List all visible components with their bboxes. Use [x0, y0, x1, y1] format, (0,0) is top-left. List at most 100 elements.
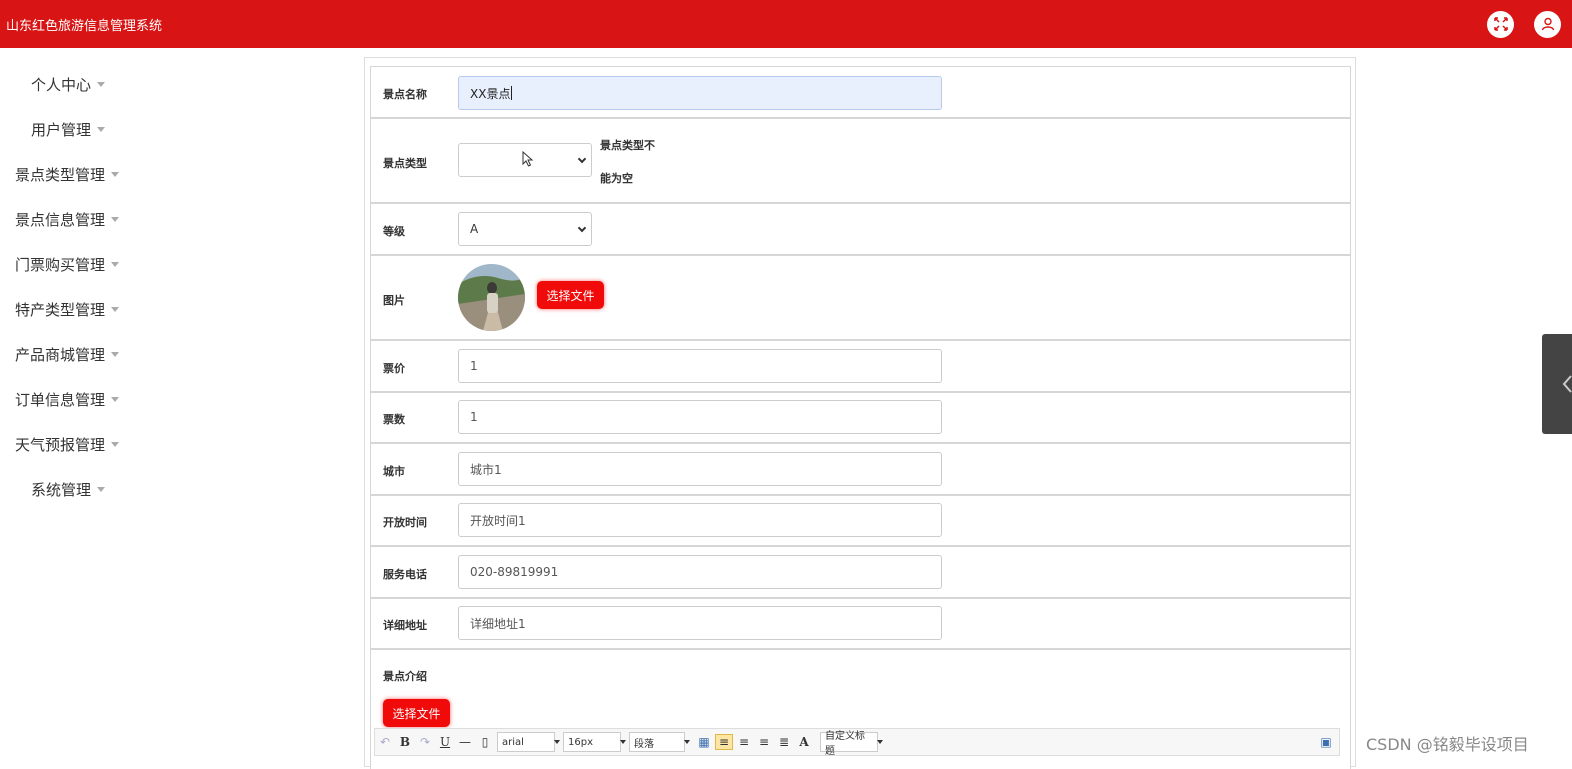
custom-heading-value: 自定义标题	[825, 731, 865, 757]
sidebar-item-weather[interactable]: 天气预报管理	[15, 434, 120, 455]
align-center-icon[interactable]: ≡	[755, 735, 773, 749]
intro-choose-file-button[interactable]: 选择文件	[383, 699, 450, 727]
top-actions	[1487, 10, 1561, 38]
field-label: 景点类型	[383, 157, 427, 170]
chevron-down-icon	[97, 82, 106, 87]
sidebar-item-label: 景点类型管理	[15, 166, 106, 184]
chevron-down-icon	[111, 172, 120, 177]
sidebar-item-label: 用户管理	[31, 121, 92, 139]
row-level: 等级 A	[370, 203, 1351, 255]
scenic-type-select[interactable]	[458, 143, 592, 177]
watermark: CSDN @铭毅毕设项目	[1366, 735, 1529, 754]
underline-icon[interactable]: U	[436, 735, 454, 749]
row-open-time: 开放时间 开放时间1	[370, 495, 1351, 546]
font-size-value: 16px	[568, 736, 593, 748]
type-error-line1: 景点类型不	[600, 139, 655, 152]
chevron-down-icon	[97, 127, 106, 132]
sidebar-item-personal-center[interactable]: 个人中心	[31, 74, 106, 95]
field-label: 票价	[383, 362, 405, 375]
sidebar: 个人中心 用户管理 景点类型管理 景点信息管理 门票购买管理 特产类型管理 产品…	[0, 48, 360, 762]
sidebar-item-label: 景点信息管理	[15, 211, 106, 229]
fullscreen-icon[interactable]	[1487, 10, 1514, 38]
editor-toolbar: ↶ B ↷ U — ▯ arial 16px 段落 ▦ ≡ ≡ ≡ ≣ A 自定…	[374, 728, 1340, 757]
chevron-down-icon	[877, 740, 883, 744]
font-family-dropdown[interactable]: arial	[497, 732, 560, 752]
font-family-value: arial	[502, 736, 524, 748]
city-input[interactable]: 城市1	[458, 452, 942, 486]
bold-icon[interactable]: B	[396, 735, 414, 749]
sidebar-item-tickets[interactable]: 门票购买管理	[15, 254, 120, 275]
scenic-name-input[interactable]: XX景点	[458, 76, 942, 110]
sidebar-item-scenic-info[interactable]: 景点信息管理	[15, 209, 120, 230]
top-bar: 山东红色旅游信息管理系统	[0, 0, 1572, 48]
field-label: 服务电话	[383, 568, 427, 581]
field-label: 城市	[383, 465, 405, 478]
sidebar-item-label: 订单信息管理	[15, 391, 106, 409]
side-drawer-tab[interactable]	[1542, 334, 1572, 434]
horizontal-rule-icon[interactable]: —	[456, 735, 474, 749]
paragraph-value: 段落	[634, 738, 654, 750]
source-icon[interactable]: ▣	[1317, 735, 1335, 749]
sidebar-item-label: 天气预报管理	[15, 436, 106, 454]
row-ticket-count: 票数 1	[370, 392, 1351, 443]
align-left-icon[interactable]: ≡	[715, 734, 733, 750]
chevron-down-icon	[111, 217, 120, 222]
ticket-count-input[interactable]: 1	[458, 400, 942, 434]
sidebar-item-specialty-types[interactable]: 特产类型管理	[15, 299, 120, 320]
row-scenic-name: 景点名称 XX景点	[370, 66, 1351, 118]
font-size-dropdown[interactable]: 16px	[563, 732, 626, 752]
row-address: 详细地址 详细地址1	[370, 598, 1351, 649]
field-label: 开放时间	[383, 516, 427, 529]
open-time-input[interactable]: 开放时间1	[458, 503, 942, 537]
sidebar-item-scenic-types[interactable]: 景点类型管理	[15, 164, 120, 185]
sidebar-item-label: 个人中心	[31, 76, 92, 94]
phone-input[interactable]: 020-89819991	[458, 555, 942, 589]
sidebar-item-users[interactable]: 用户管理	[31, 119, 106, 140]
chevron-down-icon	[111, 262, 120, 267]
sidebar-item-orders[interactable]: 订单信息管理	[15, 389, 120, 410]
row-scenic-type: 景点类型 景点类型不 能为空	[370, 118, 1351, 203]
form-panel: 景点名称 XX景点 景点类型 景点类型不 能为空 等级 A 图片 选择文件 票价	[364, 57, 1356, 769]
price-input[interactable]: 1	[458, 349, 942, 383]
level-select[interactable]: A	[458, 212, 592, 246]
scenic-image-preview	[458, 264, 525, 331]
table-icon[interactable]: ▦	[695, 735, 713, 749]
chevron-down-icon	[577, 223, 587, 233]
row-city: 城市 城市1	[370, 443, 1351, 495]
row-phone: 服务电话 020-89819991	[370, 546, 1351, 598]
image-choose-file-button[interactable]: 选择文件	[537, 281, 604, 309]
field-label: 景点名称	[383, 88, 427, 101]
field-label: 详细地址	[383, 619, 427, 632]
custom-heading-dropdown[interactable]: 自定义标题	[820, 731, 883, 757]
chevron-left-icon	[1562, 375, 1572, 393]
row-image: 图片 选择文件	[370, 255, 1351, 340]
app-title: 山东红色旅游信息管理系统	[6, 18, 163, 34]
chevron-down-icon	[684, 740, 690, 744]
sidebar-item-label: 门票购买管理	[15, 256, 106, 274]
field-label: 票数	[383, 413, 405, 426]
chevron-down-icon	[97, 487, 106, 492]
sidebar-item-label: 系统管理	[31, 481, 92, 499]
field-label: 景点介绍	[383, 670, 427, 683]
chevron-down-icon	[554, 740, 560, 744]
chevron-down-icon	[111, 397, 120, 402]
align-justify-icon[interactable]: ≣	[775, 735, 793, 749]
user-icon[interactable]	[1534, 10, 1561, 38]
paragraph-dropdown[interactable]: 段落	[629, 732, 690, 752]
mouse-cursor-icon	[522, 151, 534, 167]
font-color-icon[interactable]: A	[795, 735, 813, 749]
undo-icon[interactable]: ↶	[376, 735, 394, 749]
select-value: A	[470, 222, 479, 236]
chevron-down-icon	[111, 307, 120, 312]
chevron-down-icon	[111, 442, 120, 447]
align-right-icon[interactable]: ≡	[735, 735, 753, 749]
type-error-line2: 能为空	[600, 172, 633, 185]
sidebar-item-system[interactable]: 系统管理	[31, 479, 106, 500]
chevron-down-icon	[577, 154, 587, 164]
input-value: XX景点	[470, 86, 511, 101]
address-input[interactable]: 详细地址1	[458, 606, 942, 640]
redo-icon[interactable]: ↷	[416, 735, 434, 749]
page-icon[interactable]: ▯	[476, 735, 494, 749]
text-cursor	[511, 86, 513, 100]
sidebar-item-product-mall[interactable]: 产品商城管理	[15, 344, 120, 365]
